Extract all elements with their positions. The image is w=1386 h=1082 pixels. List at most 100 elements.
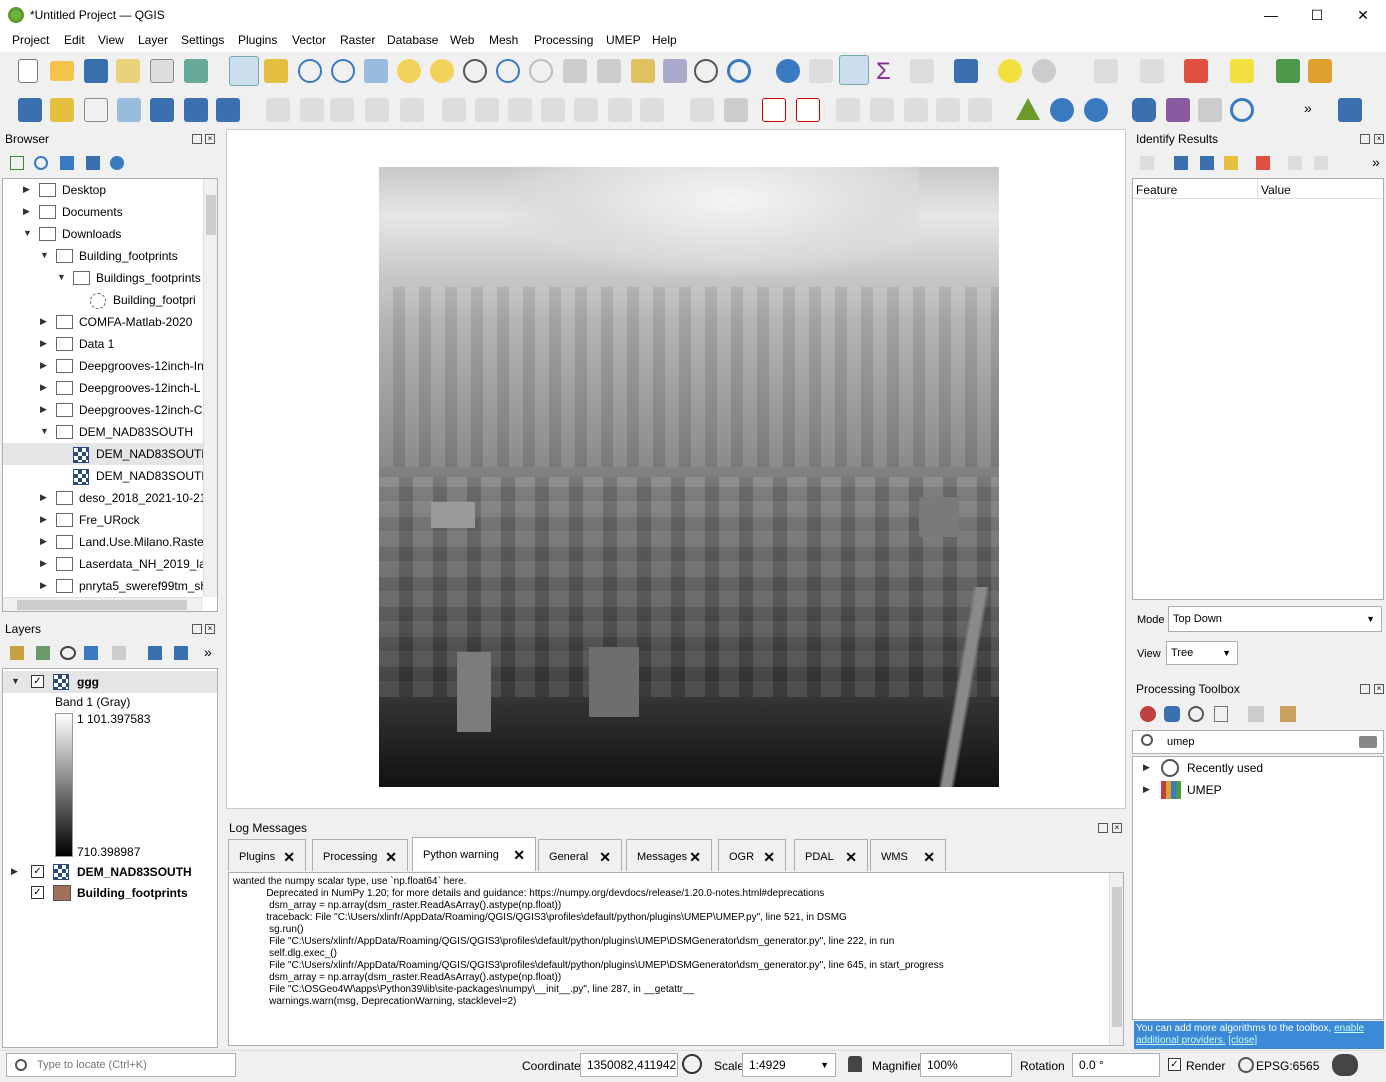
- data-source-manager-icon[interactable]: [18, 98, 42, 122]
- current-edits-icon[interactable]: [300, 98, 324, 122]
- mode-select[interactable]: Top Down ▼: [1168, 606, 1382, 632]
- expand-arrow-icon[interactable]: ▶: [23, 206, 30, 217]
- expand-all-icon[interactable]: [148, 646, 162, 660]
- menu-plugins[interactable]: Plugins: [238, 33, 277, 47]
- label-highlight-icon[interactable]: [762, 98, 786, 122]
- collapse-all-layers-icon[interactable]: [174, 646, 188, 660]
- browser-item[interactable]: ▼ DEM_NAD83SOUTH: [3, 421, 203, 443]
- expand-arrow-icon[interactable]: ▶: [40, 558, 47, 569]
- new-bookmark-icon[interactable]: [631, 59, 655, 83]
- zoom-next-icon[interactable]: [529, 59, 553, 83]
- redo-icon[interactable]: [640, 98, 664, 122]
- expand-tree-icon[interactable]: [1140, 156, 1154, 170]
- digitize-icon[interactable]: [117, 98, 141, 122]
- deselect-all-icon[interactable]: [1184, 59, 1208, 83]
- edit-features-in-place-icon[interactable]: [1248, 706, 1264, 722]
- collapse-tree-icon[interactable]: [1174, 156, 1188, 170]
- browser-item[interactable]: ▶ COMFA-Matlab-2020: [3, 311, 203, 333]
- browser-item[interactable]: ▶ Data 1: [3, 333, 203, 355]
- label-tool-icon[interactable]: [724, 98, 748, 122]
- menu-edit[interactable]: Edit: [64, 33, 85, 47]
- close-panel-icon[interactable]: ×: [205, 624, 215, 634]
- expand-arrow-icon[interactable]: ▶: [40, 492, 47, 503]
- label-rotate-icon[interactable]: [904, 98, 928, 122]
- tab-close-icon[interactable]: ✕: [513, 838, 525, 872]
- menu-web[interactable]: Web: [450, 33, 474, 47]
- style-manager-icon[interactable]: [184, 59, 208, 83]
- list-item[interactable]: ▶ Recently used: [1133, 757, 1383, 779]
- menu-help[interactable]: Help: [652, 33, 677, 47]
- collapse-arrow-icon[interactable]: ▼: [23, 228, 32, 238]
- collapse-arrow-icon[interactable]: ▼: [57, 272, 66, 282]
- menu-umep[interactable]: UMEP: [606, 33, 641, 47]
- help-icon[interactable]: [1338, 98, 1362, 122]
- expand-arrow-icon[interactable]: ▶: [1143, 784, 1150, 795]
- browser-item[interactable]: ▶ Desktop: [3, 179, 203, 201]
- log-text-area[interactable]: wanted the numpy scalar type, use `np.fl…: [228, 872, 1124, 1046]
- new-layer-icon[interactable]: [50, 98, 74, 122]
- browser-item[interactable]: ▶ deso_2018_2021-10-21: [3, 487, 203, 509]
- layer-checkbox[interactable]: ✓: [31, 865, 44, 878]
- zoom-in-icon[interactable]: [298, 59, 322, 83]
- menu-vector[interactable]: Vector: [292, 33, 326, 47]
- metasearch-icon[interactable]: [1050, 98, 1074, 122]
- close-panel-icon[interactable]: ×: [1112, 823, 1122, 833]
- maximize-button[interactable]: ☐: [1294, 0, 1340, 30]
- filter-legend-icon[interactable]: [84, 646, 98, 660]
- identify-overflow-icon[interactable]: »: [1372, 154, 1380, 170]
- label-icon[interactable]: [690, 98, 714, 122]
- expand-arrow-icon[interactable]: ▶: [40, 404, 47, 415]
- layers-overflow-icon[interactable]: »: [204, 644, 212, 660]
- print-results-icon[interactable]: [1314, 156, 1328, 170]
- messages-icon[interactable]: [1332, 1054, 1358, 1076]
- add-selected-layers-icon[interactable]: [10, 156, 24, 170]
- expand-arrow-icon[interactable]: ▶: [40, 316, 47, 327]
- select-features-icon[interactable]: [1032, 59, 1056, 83]
- history-icon[interactable]: [1188, 706, 1204, 722]
- temporal-controller-icon[interactable]: [694, 59, 718, 83]
- menu-mesh[interactable]: Mesh: [489, 33, 518, 47]
- new-map-view-icon[interactable]: [563, 59, 587, 83]
- magnifier-spinbox[interactable]: 100%: [920, 1053, 1012, 1077]
- delete-selected-icon[interactable]: [475, 98, 499, 122]
- tab-pdal[interactable]: PDAL ✕: [794, 839, 868, 871]
- zoom-last-icon[interactable]: [496, 59, 520, 83]
- tab-processing[interactable]: Processing ✕: [312, 839, 408, 871]
- zoom-to-layer-icon[interactable]: [430, 59, 454, 83]
- new-print-layout-icon[interactable]: [116, 59, 140, 83]
- tab-close-icon[interactable]: ✕: [689, 840, 701, 874]
- browser-item[interactable]: ▶ Documents: [3, 201, 203, 223]
- menu-database[interactable]: Database: [387, 33, 438, 47]
- float-panel-icon[interactable]: [192, 134, 202, 144]
- tab-general[interactable]: General ✕: [538, 839, 622, 871]
- collapse-arrow-icon[interactable]: ▼: [40, 250, 49, 260]
- save-edits-icon[interactable]: [330, 98, 354, 122]
- statistical-summary-icon[interactable]: Σ: [876, 58, 891, 86]
- attribute-table-icon[interactable]: [910, 59, 934, 83]
- copy-feature-icon[interactable]: [1288, 156, 1302, 170]
- browser-item[interactable]: ▶ Deepgrooves-12inch-In: [3, 355, 203, 377]
- layer-checkbox[interactable]: ✓: [31, 675, 44, 688]
- browser-item[interactable]: ▶ Deepgrooves-12inch-C: [3, 399, 203, 421]
- browser-item[interactable]: ▶ Deepgrooves-12inch-L: [3, 377, 203, 399]
- scripts-icon[interactable]: [1164, 706, 1180, 722]
- expand-arrow-icon[interactable]: ▶: [40, 580, 47, 591]
- diagram-icon[interactable]: [968, 98, 992, 122]
- properties-icon[interactable]: [110, 156, 124, 170]
- browser-vertical-scrollbar[interactable]: [203, 179, 217, 597]
- processing-toolbox-icon[interactable]: [839, 55, 869, 85]
- vertex-tool-icon[interactable]: [400, 98, 424, 122]
- expand-arrow-icon[interactable]: ▶: [40, 360, 47, 371]
- map-canvas[interactable]: [226, 129, 1126, 809]
- clear-search-icon[interactable]: [1359, 736, 1377, 748]
- layer-checkbox[interactable]: ✓: [31, 886, 44, 899]
- browser-item[interactable]: ▶ Laserdata_NH_2019_laz: [3, 553, 203, 575]
- browser-item[interactable]: Building_footpri: [3, 289, 203, 311]
- tab-messages[interactable]: Messages ✕: [626, 839, 712, 871]
- close-panel-icon[interactable]: ×: [1374, 134, 1384, 144]
- refresh-browser-icon[interactable]: [34, 156, 48, 170]
- identify-features-icon[interactable]: [776, 59, 800, 83]
- expand-arrow-icon[interactable]: ▶: [40, 338, 47, 349]
- expand-new-icon[interactable]: [1200, 156, 1214, 170]
- add-group-icon[interactable]: [36, 646, 50, 660]
